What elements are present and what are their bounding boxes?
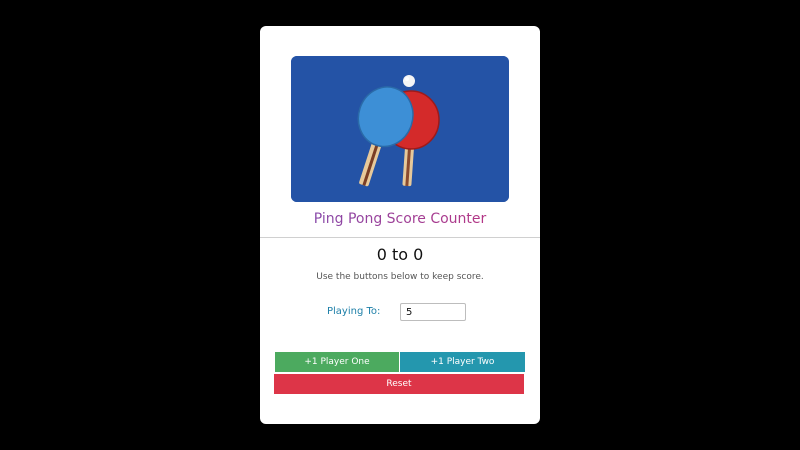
- score-display: 0 to 0: [260, 245, 540, 264]
- playing-to-input[interactable]: [400, 303, 466, 321]
- score-card: Ping Pong Score Counter 0 to 0 Use the b…: [260, 26, 540, 424]
- player-two-score: 0: [413, 245, 424, 264]
- divider: [260, 237, 540, 238]
- page-title: Ping Pong Score Counter: [260, 211, 540, 227]
- add-player-one-button[interactable]: +1 Player One: [275, 352, 399, 372]
- reset-button[interactable]: Reset: [274, 374, 524, 394]
- ping-pong-paddles-image: [291, 56, 509, 202]
- instructions-text: Use the buttons below to keep score.: [316, 272, 484, 282]
- playing-to-label: Playing To:: [327, 306, 381, 317]
- player-one-score: 0: [376, 245, 387, 264]
- score-separator: to: [391, 245, 409, 264]
- add-player-two-button[interactable]: +1 Player Two: [400, 352, 525, 372]
